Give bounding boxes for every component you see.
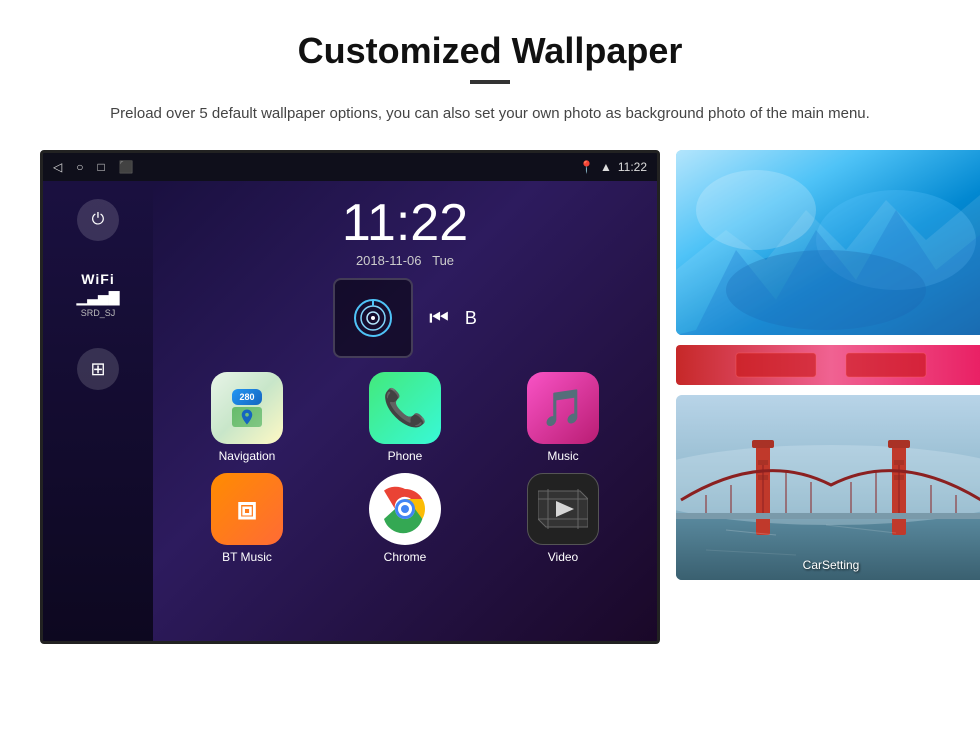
bt-music-label: BT Music: [222, 550, 272, 564]
wifi-label: WiFi: [76, 271, 119, 287]
content-area: ◁ ○ □ ⬛ 📍 ▲ 11:22 ⏻: [40, 150, 940, 644]
apps-button[interactable]: ⊞: [77, 348, 119, 390]
status-time: 11:22: [618, 160, 647, 174]
wifi-block: WiFi ▁▃▅▇ SRD_SJ: [76, 271, 119, 318]
video-icon: [527, 473, 599, 545]
next-track-icon[interactable]: B: [465, 308, 477, 329]
radio-widget[interactable]: [333, 278, 413, 358]
apps-grid-icon: ⊞: [90, 359, 105, 380]
power-icon: ⏻: [92, 211, 105, 229]
wallpaper-panel: CarSetting: [676, 150, 980, 580]
home-icon[interactable]: ○: [76, 160, 83, 174]
wallpaper-ice[interactable]: [676, 150, 980, 335]
chrome-label: Chrome: [384, 550, 427, 564]
app-item-chrome[interactable]: Chrome: [331, 473, 479, 564]
title-divider: [470, 80, 510, 84]
device-main: ⏻ WiFi ▁▃▅▇ SRD_SJ ⊞ 11:22: [43, 181, 657, 641]
status-right: 📍 ▲ 11:22: [579, 160, 647, 174]
music-label: Music: [547, 449, 578, 463]
music-icon: 🎵: [527, 372, 599, 444]
phone-label: Phone: [388, 449, 423, 463]
carsetting-label: CarSetting: [803, 558, 860, 572]
wifi-bars: ▁▃▅▇: [76, 289, 119, 306]
prev-track-icon[interactable]: ⏮: [429, 305, 449, 331]
app-grid: 280 Navigation 📞: [169, 372, 641, 564]
wallpaper-bridge[interactable]: CarSetting: [676, 395, 980, 580]
clock-date: 2018-11-06 Tue: [169, 253, 641, 268]
media-widget-area: ⏮ B: [169, 278, 641, 358]
app-item-bt-music[interactable]: ⧈ BT Music: [173, 473, 321, 564]
page-subtitle: Preload over 5 default wallpaper options…: [40, 102, 940, 126]
power-button[interactable]: ⏻: [77, 199, 119, 241]
app-item-navigation[interactable]: 280 Navigation: [173, 372, 321, 463]
page-title: Customized Wallpaper: [40, 30, 940, 72]
screenshot-icon[interactable]: ⬛: [119, 160, 134, 174]
device-screen: ◁ ○ □ ⬛ 📍 ▲ 11:22 ⏻: [40, 150, 660, 644]
bt-music-icon: ⧈: [211, 473, 283, 545]
nav-icons: ◁ ○ □ ⬛: [53, 160, 134, 174]
navigation-label: Navigation: [219, 449, 276, 463]
app-item-music[interactable]: 🎵 Music: [489, 372, 637, 463]
navigation-icon: 280: [211, 372, 283, 444]
clock-time: 11:22: [169, 197, 641, 249]
wifi-ssid: SRD_SJ: [76, 308, 119, 318]
wallpaper-pink-strip: [676, 345, 980, 385]
status-bar: ◁ ○ □ ⬛ 📍 ▲ 11:22: [43, 153, 657, 181]
video-label: Video: [548, 550, 578, 564]
back-icon[interactable]: ◁: [53, 160, 62, 174]
device-sidebar: ⏻ WiFi ▁▃▅▇ SRD_SJ ⊞: [43, 181, 153, 641]
clock-area: 11:22 2018-11-06 Tue: [169, 197, 641, 268]
device-center: 11:22 2018-11-06 Tue: [153, 181, 657, 641]
wifi-icon: ▲: [600, 160, 612, 174]
recents-icon[interactable]: □: [97, 160, 104, 174]
location-icon: 📍: [579, 160, 594, 174]
app-item-phone[interactable]: 📞 Phone: [331, 372, 479, 463]
phone-icon: 📞: [369, 372, 441, 444]
app-item-video[interactable]: Video: [489, 473, 637, 564]
chrome-icon: [369, 473, 441, 545]
